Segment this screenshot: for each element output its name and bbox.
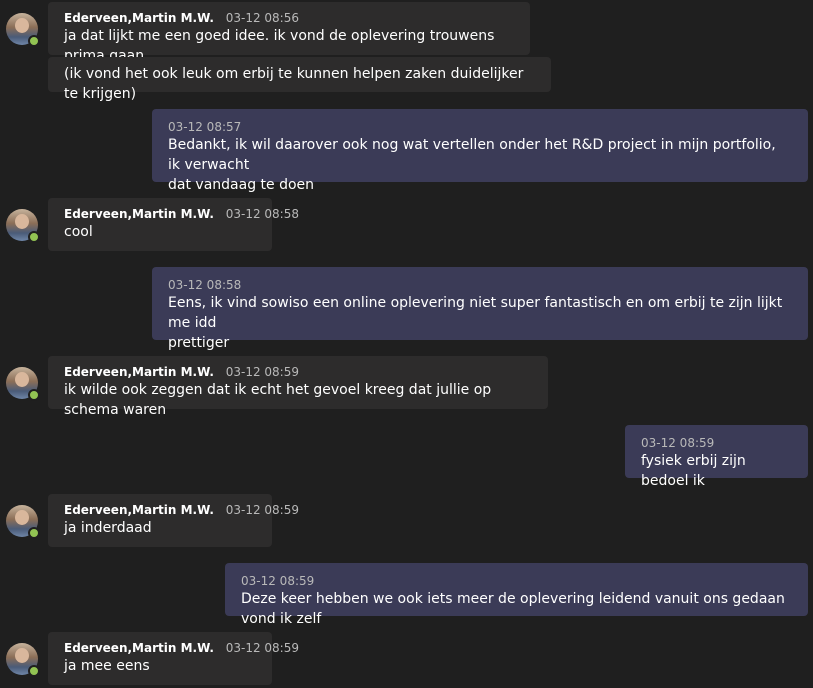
timestamp: 03-12 08:57	[168, 120, 242, 134]
available-status-icon	[28, 35, 40, 47]
message-header: 03-12 08:57	[168, 119, 792, 135]
message-text-line: Eens, ik vind sowiso een online opleveri…	[168, 295, 783, 331]
message-header: Ederveen,Martin M.W. 03-12 08:59	[64, 502, 299, 518]
available-status-icon	[28, 665, 40, 677]
sender-name: Ederveen,Martin M.W.	[64, 207, 214, 221]
message-text: ik wilde ook zeggen dat ik echt het gevo…	[64, 382, 492, 418]
timestamp: 03-12 08:59	[225, 641, 299, 655]
chat-message[interactable]: Ederveen,Martin M.W. 03-12 08:59 ik wild…	[48, 356, 548, 418]
timestamp: 03-12 08:56	[225, 11, 299, 25]
avatar[interactable]	[6, 13, 40, 47]
timestamp: 03-12 08:59	[225, 503, 299, 517]
message-text: ja mee eens	[64, 658, 150, 674]
available-status-icon	[28, 527, 40, 539]
avatar[interactable]	[6, 209, 40, 243]
message-text: fysiek erbij zijn bedoel ik	[641, 453, 746, 489]
own-chat-message[interactable]: 03-12 08:59 fysiek erbij zijn bedoel ik	[625, 425, 808, 489]
chat-message[interactable]: Ederveen,Martin M.W. 03-12 08:56 ja dat …	[48, 2, 530, 64]
message-text: ja inderdaad	[64, 520, 152, 536]
message-text: (ik vond het ook leuk om erbij te kunnen…	[64, 66, 524, 102]
sender-name: Ederveen,Martin M.W.	[64, 503, 214, 517]
own-chat-message[interactable]: 03-12 08:59 Deze keer hebben we ook iets…	[225, 563, 808, 627]
message-text-line: dat vandaag te doen	[168, 177, 315, 193]
chat-message-continuation[interactable]: (ik vond het ook leuk om erbij te kunnen…	[48, 57, 551, 102]
available-status-icon	[28, 389, 40, 401]
available-status-icon	[28, 231, 40, 243]
avatar[interactable]	[6, 643, 40, 677]
sender-name: Ederveen,Martin M.W.	[64, 11, 214, 25]
message-text: cool	[64, 224, 93, 240]
message-header: Ederveen,Martin M.W. 03-12 08:59	[64, 640, 299, 656]
own-chat-message[interactable]: 03-12 08:57 Bedankt, ik wil daarover ook…	[152, 109, 808, 193]
timestamp: 03-12 08:59	[641, 436, 715, 450]
chat-message[interactable]: Ederveen,Martin M.W. 03-12 08:58 cool	[48, 198, 299, 251]
message-header: Ederveen,Martin M.W. 03-12 08:58	[64, 206, 299, 222]
message-header: 03-12 08:59	[641, 435, 792, 451]
message-text-line: prettiger	[168, 335, 230, 351]
own-chat-message[interactable]: 03-12 08:58 Eens, ik vind sowiso een onl…	[152, 267, 808, 351]
chat-message[interactable]: Ederveen,Martin M.W. 03-12 08:59 ja mee …	[48, 632, 299, 685]
message-header: 03-12 08:59	[241, 573, 792, 589]
timestamp: 03-12 08:58	[225, 207, 299, 221]
timestamp: 03-12 08:58	[168, 278, 242, 292]
timestamp: 03-12 08:59	[225, 365, 299, 379]
sender-name: Ederveen,Martin M.W.	[64, 641, 214, 655]
avatar[interactable]	[6, 367, 40, 401]
message-text-line: Bedankt, ik wil daarover ook nog wat ver…	[168, 137, 776, 173]
chat-message[interactable]: Ederveen,Martin M.W. 03-12 08:59 ja inde…	[48, 494, 299, 547]
timestamp: 03-12 08:59	[241, 574, 315, 588]
message-header: 03-12 08:58	[168, 277, 792, 293]
message-header: Ederveen,Martin M.W. 03-12 08:56	[64, 10, 514, 26]
sender-name: Ederveen,Martin M.W.	[64, 365, 214, 379]
message-text: Deze keer hebben we ook iets meer de opl…	[241, 591, 785, 627]
avatar[interactable]	[6, 505, 40, 539]
message-header: Ederveen,Martin M.W. 03-12 08:59	[64, 364, 532, 380]
